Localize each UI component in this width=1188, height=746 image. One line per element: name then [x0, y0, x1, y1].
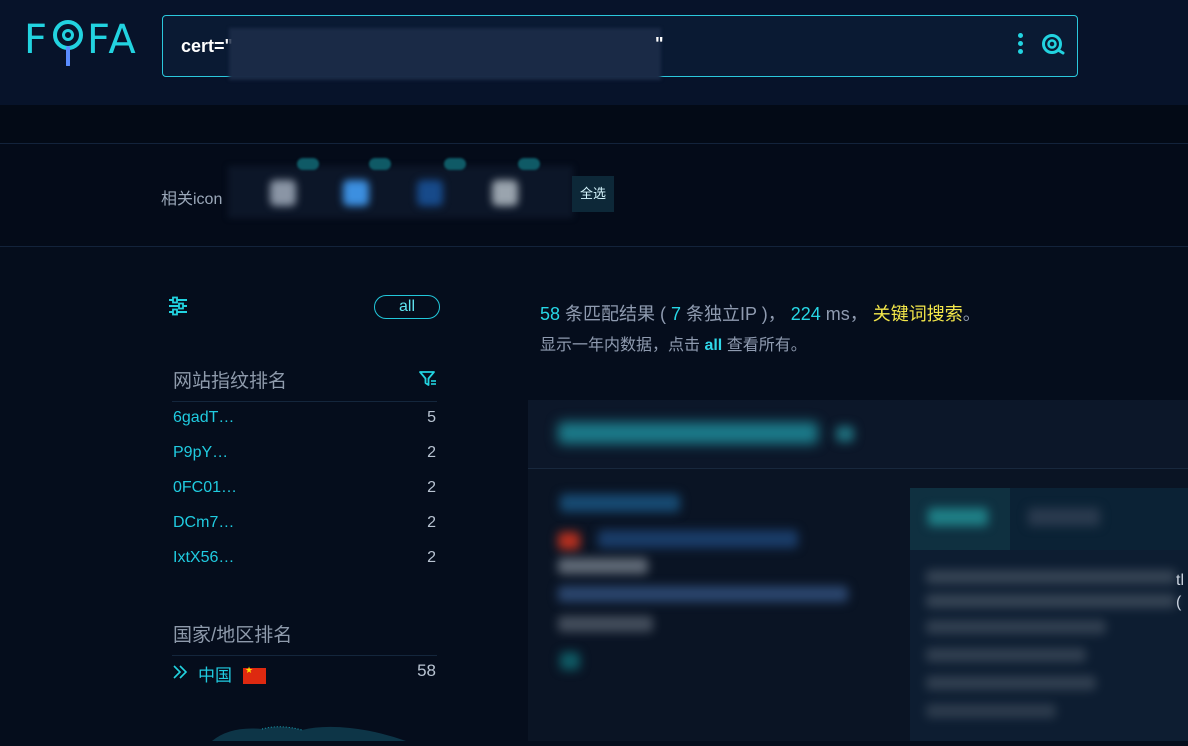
country-ranking-title: 国家/地区排名	[173, 625, 293, 646]
world-map-graphic	[210, 722, 420, 741]
related-icons-label: 相关icon	[161, 191, 223, 208]
result-card[interactable]	[528, 400, 1188, 741]
related-icon-thumb[interactable]	[270, 180, 296, 206]
fingerprint-count: 2	[427, 549, 436, 566]
ip-text: 条独立IP )，	[681, 304, 791, 324]
divider	[0, 246, 1188, 247]
fingerprint-count: 2	[427, 514, 436, 531]
country-name[interactable]: 中国	[198, 661, 232, 686]
search-query-prefix: cert="	[181, 36, 234, 56]
note-suffix: 查看所有。	[722, 337, 807, 354]
result-meta-redacted	[558, 490, 878, 690]
match-text: 条匹配结果 (	[560, 304, 672, 324]
icon-count-badge	[369, 158, 391, 170]
fingerprint-row[interactable]: 0FC01… 2	[173, 479, 437, 507]
fingerprint-count: 5	[427, 409, 436, 426]
fingerprint-name[interactable]: DCm7…	[173, 514, 234, 531]
show-all-link[interactable]: all	[704, 337, 722, 354]
match-count: 58	[540, 304, 561, 324]
note-prefix: 显示一年内数据，点击	[540, 337, 705, 354]
logo-letters-fa: FA	[87, 17, 138, 63]
logo-letter-f: F	[24, 17, 50, 63]
keyword-search-link[interactable]: 关键词搜索	[873, 304, 963, 324]
result-url-redacted[interactable]	[558, 422, 818, 444]
fingerprint-ranking-title: 网站指纹排名	[173, 371, 288, 392]
related-icon-thumb[interactable]	[492, 180, 518, 206]
country-row[interactable]: 中国 58	[172, 661, 437, 687]
results-summary: 58 条匹配结果 ( 7 条独立IP )， 224 ms， 关键词搜索。	[540, 300, 981, 326]
logo-pin-icon	[50, 18, 86, 67]
fingerprint-name[interactable]: IxtX56…	[173, 549, 234, 566]
tab-products[interactable]	[1028, 508, 1100, 526]
result-detail-panel	[910, 488, 1188, 741]
icon-count-badge	[297, 158, 319, 170]
search-input[interactable]: cert=" "	[162, 15, 1078, 80]
query-time: 224	[790, 304, 821, 324]
date-range-note: 显示一年内数据，点击 all 查看所有。	[540, 331, 807, 355]
fingerprint-count: 2	[427, 479, 436, 496]
fingerprint-name[interactable]: P9pY…	[173, 444, 228, 461]
filter-settings-icon[interactable]	[168, 296, 188, 316]
cn-flag-icon	[243, 665, 266, 684]
related-icon-thumb[interactable]	[343, 180, 369, 206]
period-mark: 。	[962, 304, 981, 324]
fingerprint-count: 2	[427, 444, 436, 461]
fofa-logo[interactable]: F FA	[24, 18, 138, 68]
top-header: F FA cert=" "	[0, 0, 1188, 105]
funnel-filter-icon[interactable]	[419, 370, 437, 388]
clipped-text-fragment: tl (	[1176, 570, 1184, 614]
double-chevron-right-icon	[172, 664, 188, 680]
related-icon-thumb[interactable]	[417, 180, 443, 206]
country-count: 58	[417, 661, 436, 680]
clipped-line: tl	[1176, 572, 1184, 589]
related-icons-bar: 相关icon 全选	[0, 144, 1188, 246]
tab-header[interactable]	[910, 488, 1010, 550]
fingerprint-name[interactable]: 6gadT…	[173, 409, 234, 426]
ip-count: 7	[671, 304, 682, 324]
icon-count-badge	[444, 158, 466, 170]
select-all-button[interactable]: 全选	[572, 176, 614, 212]
all-data-toggle[interactable]: all	[374, 295, 440, 319]
response-header-redacted	[910, 550, 1188, 741]
fingerprint-row[interactable]: DCm7… 2	[173, 514, 437, 542]
redacted-query	[229, 28, 661, 80]
divider	[172, 401, 437, 402]
time-text: ms，	[820, 304, 873, 324]
fingerprint-row[interactable]: IxtX56… 2	[173, 549, 437, 577]
header-spacer	[0, 105, 1188, 143]
fingerprint-row[interactable]: 6gadT… 5	[173, 409, 437, 437]
fingerprint-row[interactable]: P9pY… 2	[173, 444, 437, 472]
kebab-icon[interactable]	[1015, 33, 1025, 59]
divider	[172, 655, 437, 656]
external-link-icon[interactable]	[836, 426, 854, 442]
search-icon[interactable]	[1040, 32, 1066, 58]
icon-count-badge	[518, 158, 540, 170]
clipped-line: (	[1176, 594, 1182, 611]
fingerprint-name[interactable]: 0FC01…	[173, 479, 237, 496]
search-query-suffix: "	[655, 34, 664, 54]
result-card-header	[528, 400, 1188, 469]
